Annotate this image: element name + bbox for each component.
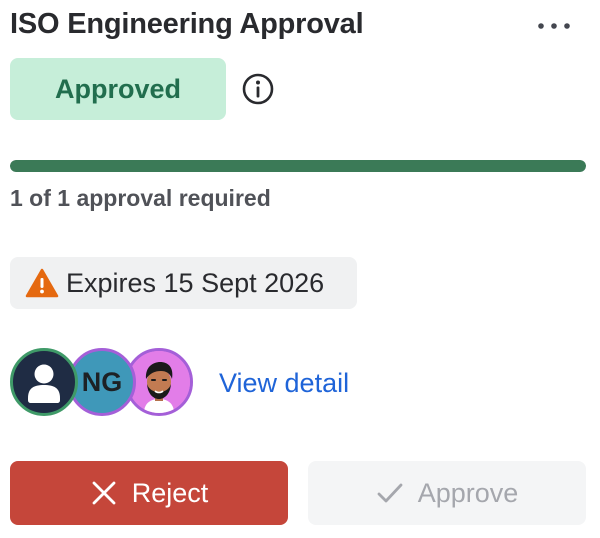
check-icon: [376, 479, 404, 507]
close-icon: [90, 479, 118, 507]
reject-button-label: Reject: [131, 477, 209, 508]
expiry-tag: Expires 15 Sept 2026: [10, 257, 357, 309]
reject-button[interactable]: Reject: [10, 461, 288, 525]
approval-progress-text: 1 of 1 approval required: [10, 185, 271, 211]
approval-progress-bar: [10, 160, 586, 172]
avatar-default-user[interactable]: [10, 348, 78, 416]
more-actions-button[interactable]: [532, 12, 576, 40]
view-detail-link[interactable]: View detail: [219, 368, 349, 399]
more-horizontal-icon: [538, 23, 570, 29]
card-title: ISO Engineering Approval: [10, 8, 364, 40]
user-icon: [28, 364, 60, 403]
expiry-text: Expires 15 Sept 2026: [66, 267, 325, 298]
avatar-initials-text: NG: [81, 366, 123, 397]
avatar-initials[interactable]: NG: [68, 348, 136, 416]
info-icon: [242, 73, 274, 105]
user-photo-illustration: [128, 351, 190, 413]
approve-button-label: Approve: [417, 477, 519, 508]
info-button[interactable]: [240, 71, 276, 107]
approval-progress-fill: [10, 160, 586, 172]
approve-button[interactable]: Approve: [308, 461, 586, 525]
warning-icon: [25, 268, 59, 298]
status-badge: Approved: [10, 58, 226, 120]
